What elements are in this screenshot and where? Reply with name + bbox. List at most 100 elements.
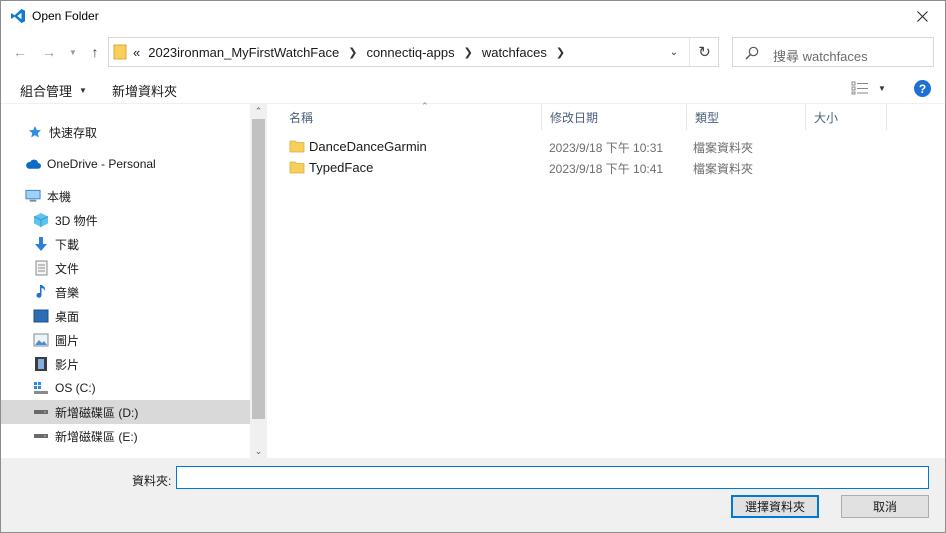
- nav-item-downloads[interactable]: 下載: [1, 232, 250, 256]
- details-view-icon: [851, 81, 868, 95]
- nav-item-label: 圖片: [55, 333, 80, 348]
- view-options-button[interactable]: ▼: [851, 81, 886, 95]
- close-button[interactable]: [899, 1, 945, 31]
- recent-locations-button[interactable]: ▼: [63, 41, 83, 63]
- nav-item-os-c[interactable]: OS (C:): [1, 376, 250, 400]
- nav-item-label: OneDrive - Personal: [47, 157, 156, 171]
- close-icon: [916, 10, 928, 22]
- back-button[interactable]: ←: [10, 41, 30, 63]
- command-bar: 組合管理 ▼ 新增資料夾 ▼ ?: [1, 74, 945, 104]
- column-header-date[interactable]: 修改日期: [542, 104, 687, 130]
- computer-icon: [25, 188, 41, 204]
- column-header-size[interactable]: 大小: [806, 104, 887, 130]
- nav-item-this-pc[interactable]: 本機: [1, 184, 250, 208]
- arrow-up-icon: ↑: [91, 44, 99, 60]
- chevron-down-icon: ⌄: [669, 46, 679, 58]
- window-title: Open Folder: [32, 9, 99, 23]
- arrow-right-icon: →: [42, 44, 56, 60]
- star-icon: [27, 124, 43, 140]
- desktop-icon: [33, 308, 49, 324]
- column-size-label: 大小: [814, 110, 839, 125]
- nav-item-quick-access[interactable]: 快速存取: [1, 120, 250, 144]
- nav-item-label: 音樂: [55, 285, 80, 300]
- file-type: 檔案資料夾: [693, 162, 754, 176]
- column-type-label: 類型: [695, 110, 720, 125]
- address-dropdown-button[interactable]: ⌄: [661, 38, 687, 66]
- chevron-right-icon[interactable]: ❯: [348, 46, 357, 59]
- nav-item-label: 新增磁碟區 (E:): [55, 429, 138, 444]
- folder-name-input[interactable]: [176, 466, 929, 489]
- address-bar[interactable]: « 2023ironman_MyFirstWatchFace ❯ connect…: [108, 37, 719, 67]
- nav-item-onedrive[interactable]: OneDrive - Personal: [1, 152, 250, 176]
- caret-down-icon: ▼: [878, 83, 886, 93]
- select-folder-button[interactable]: 選擇資料夾: [731, 495, 819, 518]
- navigation-bar: ← → ▼ ↑ « 2023ironman_MyFirstWatchFace ❯…: [1, 35, 945, 69]
- file-name: TypedFace: [309, 160, 374, 175]
- search-input[interactable]: 搜尋 watchfaces: [732, 37, 934, 67]
- nav-item-label: 文件: [55, 261, 80, 276]
- scroll-up-icon[interactable]: ⌃: [250, 104, 267, 118]
- folder-field-label: 資料夾:: [132, 474, 172, 488]
- cancel-button[interactable]: 取消: [841, 495, 929, 518]
- file-row[interactable]: TypedFace 2023/9/18 下午 10:41 檔案資料夾: [281, 157, 761, 178]
- os-drive-icon: [33, 380, 49, 396]
- nav-item-label: 影片: [55, 357, 80, 372]
- nav-item-drive-e[interactable]: 新增磁碟區 (E:): [1, 424, 250, 448]
- open-folder-dialog: Open Folder ← → ▼ ↑ « 2023ironman_MyFirs…: [0, 0, 946, 533]
- cube-icon: [33, 212, 49, 228]
- new-folder-label: 新增資料夾: [112, 84, 178, 99]
- search-placeholder: 搜尋 watchfaces: [773, 49, 868, 64]
- file-type: 檔案資料夾: [693, 141, 754, 155]
- navigation-pane: 快速存取 OneDrive - Personal 本機 3D 物件 下載 文件 …: [1, 104, 267, 458]
- folder-icon: [289, 161, 305, 174]
- organize-button[interactable]: 組合管理 ▼: [20, 81, 87, 100]
- title-bar: Open Folder: [1, 1, 945, 31]
- music-icon: [33, 284, 49, 300]
- nav-item-pictures[interactable]: 圖片: [1, 328, 250, 352]
- picture-icon: [33, 332, 49, 348]
- breadcrumb-item[interactable]: 2023ironman_MyFirstWatchFace: [148, 45, 339, 60]
- nav-scrollbar[interactable]: ⌃ ⌄: [250, 104, 267, 458]
- file-date: 2023/9/18 下午 10:41: [549, 162, 664, 176]
- nav-item-videos[interactable]: 影片: [1, 352, 250, 376]
- nav-item-music[interactable]: 音樂: [1, 280, 250, 304]
- file-row[interactable]: DanceDanceGarmin 2023/9/18 下午 10:31 檔案資料…: [281, 136, 761, 157]
- up-button[interactable]: ↑: [85, 41, 105, 63]
- refresh-icon: ↻: [698, 44, 711, 61]
- nav-item-label: 快速存取: [49, 125, 98, 140]
- dialog-footer: 資料夾: 選擇資料夾 取消: [1, 458, 945, 532]
- file-name: DanceDanceGarmin: [309, 139, 427, 154]
- chevron-right-icon[interactable]: ❯: [464, 46, 473, 59]
- refresh-button[interactable]: ↻: [689, 38, 719, 66]
- nav-item-desktop[interactable]: 桌面: [1, 304, 250, 328]
- breadcrumb-overflow[interactable]: «: [133, 45, 140, 60]
- nav-item-label: 新增磁碟區 (D:): [55, 405, 139, 420]
- nav-item-label: OS (C:): [55, 381, 96, 395]
- breadcrumb: « 2023ironman_MyFirstWatchFace ❯ connect…: [133, 45, 574, 60]
- breadcrumb-item[interactable]: watchfaces: [482, 45, 547, 60]
- organize-label: 組合管理: [20, 84, 73, 99]
- cloud-icon: [25, 156, 41, 172]
- forward-button[interactable]: →: [39, 41, 59, 63]
- new-folder-button[interactable]: 新增資料夾: [112, 81, 177, 100]
- nav-item-label: 本機: [47, 189, 72, 204]
- drive-icon: [33, 428, 49, 444]
- nav-item-documents[interactable]: 文件: [1, 256, 250, 280]
- file-date: 2023/9/18 下午 10:31: [549, 141, 664, 155]
- column-name-label: 名稱: [289, 110, 314, 125]
- column-header-name[interactable]: ⌃ 名稱: [281, 101, 542, 130]
- help-button[interactable]: ?: [914, 80, 931, 97]
- folder-icon: [113, 44, 127, 60]
- nav-item-3d-objects[interactable]: 3D 物件: [1, 208, 250, 232]
- column-header-type[interactable]: 類型: [687, 104, 806, 130]
- help-icon: ?: [918, 81, 927, 96]
- scrollbar-thumb[interactable]: [252, 119, 265, 419]
- nav-item-drive-d[interactable]: 新增磁碟區 (D:): [1, 400, 250, 424]
- breadcrumb-item[interactable]: connectiq-apps: [366, 45, 454, 60]
- chevron-right-icon[interactable]: ❯: [556, 46, 565, 59]
- drive-icon: [33, 404, 49, 420]
- nav-item-label: 桌面: [55, 309, 80, 324]
- scroll-down-icon[interactable]: ⌄: [250, 444, 267, 458]
- folder-icon: [289, 140, 305, 153]
- sort-up-icon: ⌃: [421, 101, 429, 111]
